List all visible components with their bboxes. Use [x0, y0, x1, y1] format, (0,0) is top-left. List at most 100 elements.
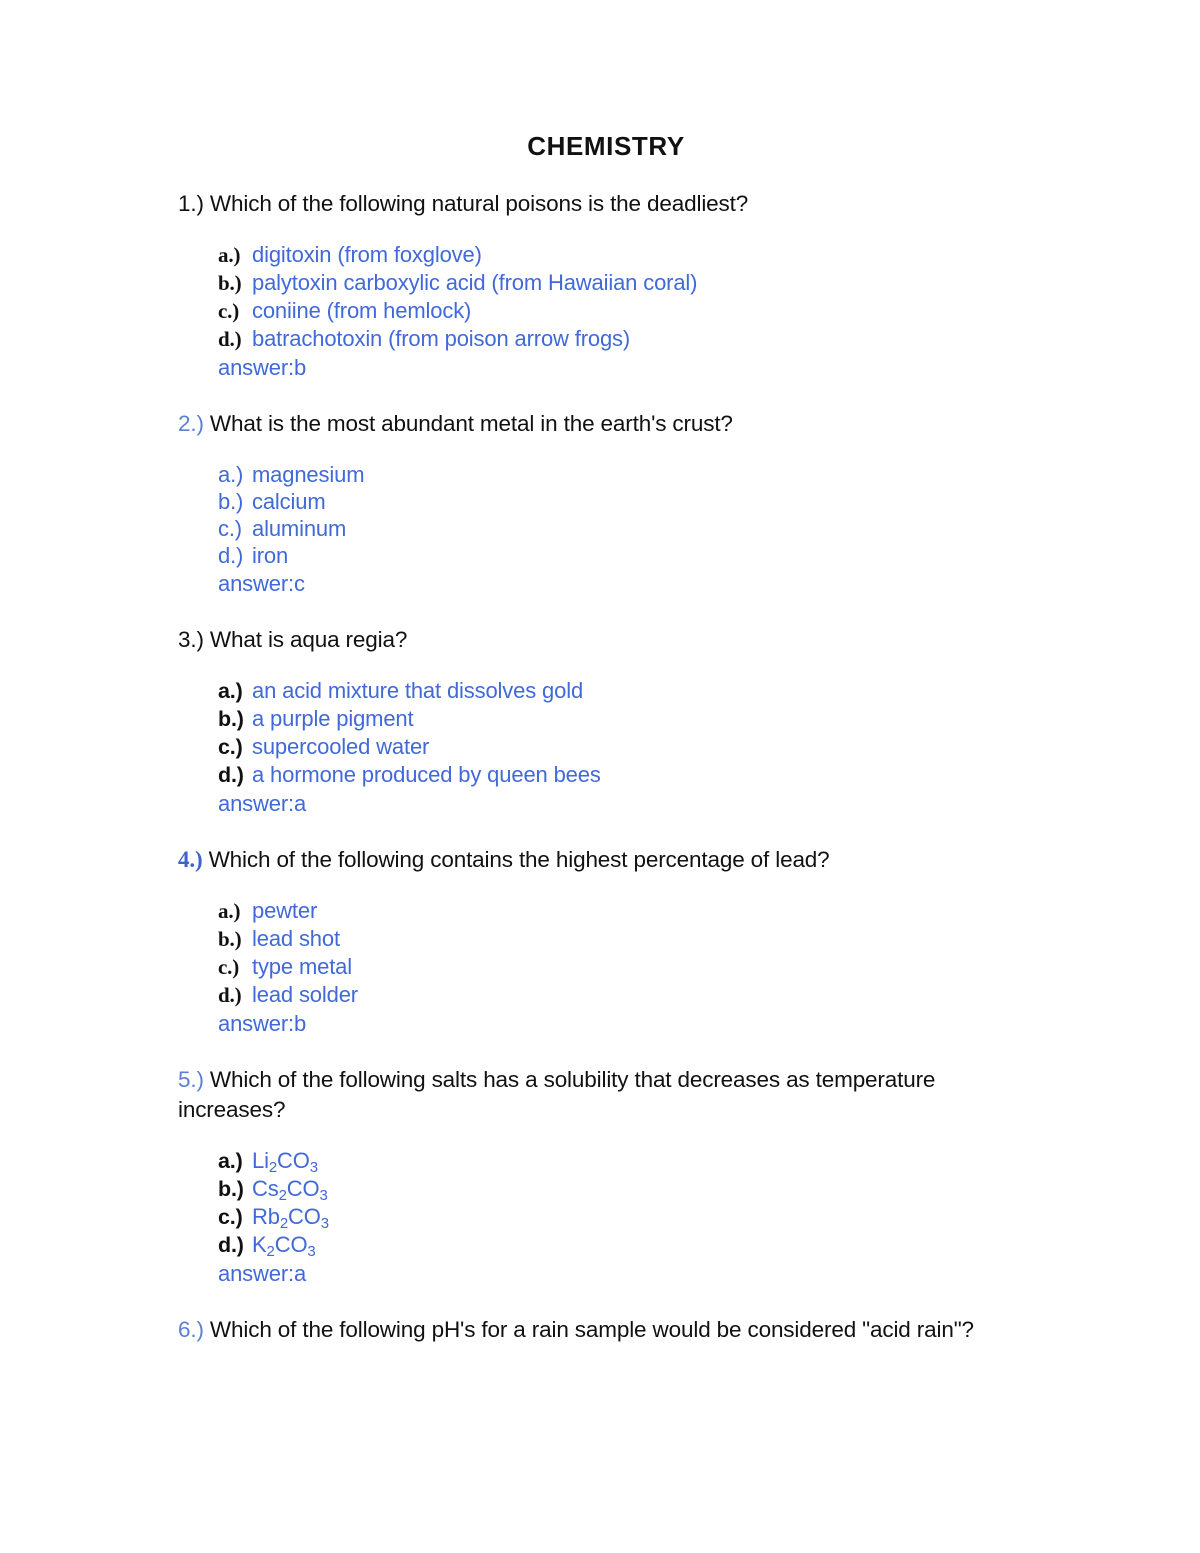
option-label: d.): [218, 542, 244, 568]
option-label: c.): [218, 954, 240, 979]
option-list: a.) an acid mixture that dissolves gold b.…: [218, 677, 1034, 817]
option-label: a.): [218, 898, 241, 923]
option-label: d.): [218, 1232, 244, 1257]
option-text: magnesium: [252, 461, 365, 487]
option-text: calcium: [252, 488, 326, 514]
option-label: c.): [218, 1204, 243, 1229]
question-text: What is aqua regia?: [209, 626, 408, 652]
option-row[interactable]: d.) batrachotoxin (from poison arrow frog…: [218, 325, 1034, 353]
option-label: a.): [218, 461, 244, 487]
option-text: coniine (from hemlock): [252, 297, 472, 323]
question-number: 2.): [178, 410, 204, 436]
option-row[interactable]: d.) lead solder: [218, 981, 1034, 1009]
option-row[interactable]: c.) supercooled water: [218, 733, 1034, 761]
option-label: c.): [218, 298, 240, 323]
option-text: iron: [252, 542, 289, 568]
option-list: a.) pewter b.) lead shot c.) type metal d.) lea…: [218, 897, 1034, 1037]
option-row[interactable]: b.) lead shot: [218, 925, 1034, 953]
option-list: a.) magnesium b.) calcium c.) aluminum d.) iron…: [218, 461, 1034, 597]
option-row[interactable]: d.) a hormone produced by queen bees: [218, 761, 1034, 789]
question-line: 2.) What is the most abundant metal in t…: [178, 409, 1034, 439]
answer-line: answer:b: [218, 354, 307, 380]
option-text: palytoxin carboxylic acid (from Hawaiian…: [252, 269, 698, 295]
page-title: CHEMISTRY: [527, 131, 685, 161]
option-label: b.): [218, 488, 244, 514]
option-text: pewter: [252, 897, 318, 923]
option-row[interactable]: b.) calcium: [218, 488, 1034, 515]
option-text: Cs2CO3: [252, 1175, 328, 1204]
option-text: Rb2CO3: [252, 1203, 329, 1232]
question-number: 1.): [178, 190, 204, 216]
question-list: 1.) Which of the following natural poiso…: [178, 189, 1034, 1345]
option-label: a.): [218, 678, 243, 703]
answer-line: answer:a: [218, 1260, 307, 1286]
option-text: type metal: [252, 953, 352, 979]
option-label: d.): [218, 326, 242, 351]
option-text: digitoxin (from foxglove): [252, 241, 482, 267]
option-row[interactable]: d.) K2CO3: [218, 1231, 1034, 1259]
option-row[interactable]: c.) type metal: [218, 953, 1034, 981]
option-label: a.): [218, 242, 241, 267]
question-block: 4.) Which of the following contains the …: [178, 845, 1034, 1037]
option-text: aluminum: [252, 515, 347, 541]
option-text: a purple pigment: [252, 705, 414, 731]
option-label: c.): [218, 515, 242, 541]
question-line: 5.) Which of the following salts has a s…: [178, 1065, 1034, 1125]
option-row[interactable]: b.) palytoxin carboxylic acid (from Hawai…: [218, 269, 1034, 297]
question-line: 1.) Which of the following natural poiso…: [178, 189, 1034, 219]
question-line: 3.) What is aqua regia?: [178, 625, 1034, 655]
question-line: 6.) Which of the following pH's for a ra…: [178, 1315, 1034, 1345]
document-page: CHEMISTRY 1.) Which of the following nat…: [0, 0, 1200, 1553]
option-row[interactable]: a.) digitoxin (from foxglove): [218, 241, 1034, 269]
question-text: Which of the following natural poisons i…: [209, 190, 749, 216]
question-block: 3.) What is aqua regia? a.) an acid mixtur…: [178, 625, 1034, 817]
question-number: 4.): [178, 846, 203, 872]
document-content: CHEMISTRY 1.) Which of the following nat…: [178, 132, 1034, 1345]
question-number: 6.): [178, 1316, 204, 1342]
answer-line: answer:b: [218, 1010, 307, 1036]
question-text: Which of the following contains the high…: [208, 846, 830, 872]
question-text: What is the most abundant metal in the e…: [209, 410, 733, 436]
option-label: d.): [218, 762, 244, 787]
option-label: a.): [218, 1148, 243, 1173]
option-label: b.): [218, 1176, 244, 1201]
question-block: 5.) Which of the following salts has a s…: [178, 1065, 1034, 1287]
option-row[interactable]: a.) Li2CO3: [218, 1147, 1034, 1175]
option-label: d.): [218, 982, 242, 1007]
option-text: lead solder: [252, 981, 358, 1007]
question-text: Which of the following salts has a solub…: [178, 1066, 936, 1122]
option-text: lead shot: [252, 925, 340, 951]
option-list: a.) Li2CO3 b.) Cs2CO3 c.) Rb2CO3 d.) K2CO3 answe…: [218, 1147, 1034, 1287]
question-number: 5.): [178, 1066, 204, 1092]
question-text: Which of the following pH's for a rain s…: [209, 1316, 974, 1342]
option-text: batrachotoxin (from poison arrow frogs): [252, 325, 631, 351]
option-row[interactable]: a.) an acid mixture that dissolves gold: [218, 677, 1034, 705]
option-label: b.): [218, 926, 242, 951]
option-row[interactable]: a.) magnesium: [218, 461, 1034, 488]
option-text: supercooled water: [252, 733, 430, 759]
option-row[interactable]: c.) coniine (from hemlock): [218, 297, 1034, 325]
option-text: an acid mixture that dissolves gold: [252, 677, 584, 703]
option-row[interactable]: c.) aluminum: [218, 515, 1034, 542]
option-row[interactable]: b.) Cs2CO3: [218, 1175, 1034, 1203]
question-number: 3.): [178, 626, 204, 652]
option-row[interactable]: c.) Rb2CO3: [218, 1203, 1034, 1231]
question-block: 2.) What is the most abundant metal in t…: [178, 409, 1034, 597]
answer-line: answer:a: [218, 790, 307, 816]
option-list: a.) digitoxin (from foxglove) b.) palytoxin…: [218, 241, 1034, 381]
answer-line: answer:c: [218, 570, 305, 596]
question-line: 4.) Which of the following contains the …: [178, 845, 1034, 875]
option-label: b.): [218, 706, 244, 731]
option-row[interactable]: a.) pewter: [218, 897, 1034, 925]
option-label: c.): [218, 734, 243, 759]
option-text: a hormone produced by queen bees: [252, 761, 601, 787]
option-row[interactable]: b.) a purple pigment: [218, 705, 1034, 733]
question-block: 6.) Which of the following pH's for a ra…: [178, 1315, 1034, 1345]
option-row[interactable]: d.) iron: [218, 542, 1034, 569]
question-block: 1.) Which of the following natural poiso…: [178, 189, 1034, 381]
